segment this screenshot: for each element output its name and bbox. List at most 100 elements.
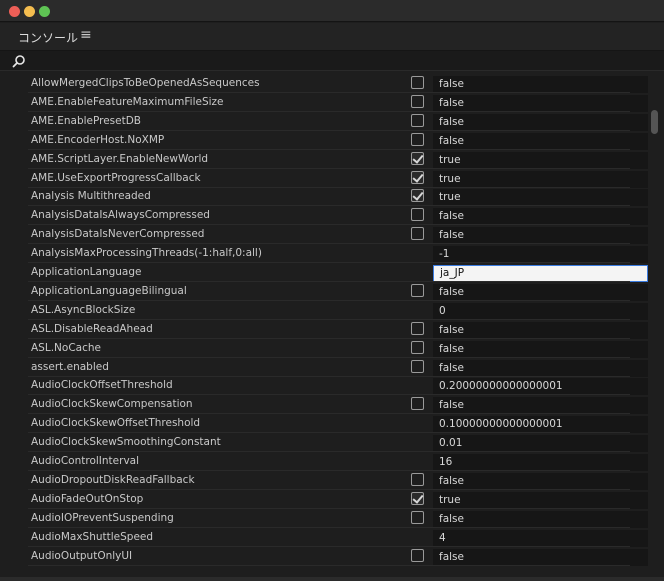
row-checkbox[interactable]	[411, 472, 424, 486]
table-row[interactable]: AudioControlInterval 16	[0, 452, 650, 471]
row-name: AnalysisDataIsNeverCompressed	[31, 228, 205, 241]
row-value-field[interactable]: 0.20000000000000001	[433, 378, 648, 396]
row-name: ApplicationLanguage	[31, 266, 142, 278]
row-checkbox[interactable]	[411, 189, 424, 203]
row-checkbox[interactable]	[411, 227, 424, 241]
row-value-field[interactable]: false	[433, 132, 648, 150]
table-row[interactable]: AnalysisDataIsAlwaysCompressed false	[0, 206, 650, 226]
table-row[interactable]: AudioMaxShuttleSpeed 4	[0, 528, 650, 547]
table-row[interactable]: AudioOutputOnlyUI false	[0, 547, 650, 566]
row-value-field[interactable]: false	[433, 94, 648, 112]
table-row[interactable]: AnalysisMaxProcessingThreads(-1:half,0:a…	[0, 244, 650, 264]
row-name: Analysis Multithreaded	[31, 190, 151, 203]
row-value-field[interactable]: false	[433, 208, 648, 226]
row-value-field[interactable]: false	[433, 359, 648, 377]
table-row[interactable]: AudioClockSkewSmoothingConstant 0.01	[0, 433, 650, 453]
row-value-field[interactable]: true	[433, 170, 648, 188]
row-value-field[interactable]: 4	[433, 529, 648, 547]
row-value-field[interactable]: 0.10000000000000001	[433, 416, 648, 434]
row-name: AME.EnableFeatureMaximumFileSize	[31, 95, 224, 108]
maximize-window-button[interactable]	[39, 6, 50, 17]
row-checkbox[interactable]	[411, 151, 424, 165]
row-checkbox[interactable]	[411, 283, 424, 297]
panel-title[interactable]: コンソール	[18, 29, 78, 46]
search-icon	[12, 55, 25, 68]
table-row[interactable]: AudioFadeOutOnStop true	[0, 490, 650, 509]
row-value-field[interactable]: true	[433, 491, 648, 509]
table-row[interactable]: ApplicationLanguage ja_JP	[0, 263, 650, 282]
row-value-field[interactable]: true	[433, 189, 648, 207]
search-input[interactable]	[30, 53, 650, 69]
row-checkbox[interactable]	[411, 340, 424, 354]
table-row[interactable]: AnalysisDataIsNeverCompressed false	[0, 225, 650, 245]
row-value-field[interactable]: false	[433, 397, 648, 415]
row-name: ASL.DisableReadAhead	[31, 322, 153, 335]
search-bar	[0, 51, 664, 71]
scrollbar-thumb[interactable]	[651, 110, 658, 134]
row-value-field[interactable]: ja_JP	[433, 265, 648, 282]
row-value-field[interactable]: false	[433, 227, 648, 245]
table-row[interactable]: AudioClockOffsetThreshold 0.2000000000000…	[0, 376, 650, 396]
row-name: AudioClockSkewSmoothingConstant	[31, 436, 221, 449]
table-row[interactable]: ASL.NoCache false	[0, 339, 650, 358]
row-name: AME.EnablePresetDB	[31, 114, 142, 127]
row-checkbox[interactable]	[411, 113, 424, 127]
row-value-field[interactable]: false	[433, 283, 648, 301]
row-checkbox[interactable]	[411, 491, 424, 505]
row-value-field[interactable]: 16	[433, 454, 648, 471]
table-row[interactable]: AudioClockSkewCompensation false	[0, 395, 650, 415]
row-name: AudioControlInterval	[31, 455, 140, 467]
table-row[interactable]: ASL.DisableReadAhead false	[0, 320, 650, 339]
table-row[interactable]: ApplicationLanguageBilingual false	[0, 282, 650, 301]
row-value-field[interactable]: false	[433, 510, 648, 528]
row-value-field[interactable]: false	[433, 76, 648, 93]
row-value-field[interactable]: false	[433, 340, 648, 358]
row-checkbox[interactable]	[411, 94, 424, 108]
title-bar	[0, 0, 664, 22]
row-checkbox[interactable]	[411, 359, 424, 373]
table-row[interactable]: AME.EnableFeatureMaximumFileSize false	[0, 93, 650, 112]
table-row[interactable]: Analysis Multithreaded true	[0, 187, 650, 207]
row-checkbox[interactable]	[411, 132, 424, 146]
row-value-field[interactable]: 0.01	[433, 435, 648, 453]
row-name: AnalysisDataIsAlwaysCompressed	[31, 209, 210, 222]
panel-menu-icon[interactable]: ≡	[80, 27, 92, 43]
row-name: AudioFadeOutOnStop	[31, 492, 144, 505]
row-value-field[interactable]: true	[433, 151, 648, 169]
vertical-scrollbar[interactable]	[650, 72, 660, 577]
table-row[interactable]: assert.enabled false	[0, 358, 650, 377]
close-window-button[interactable]	[9, 6, 20, 17]
table-row[interactable]: AME.ScriptLayer.EnableNewWorld true	[0, 150, 650, 169]
row-name: AME.EncoderHost.NoXMP	[31, 133, 165, 146]
bottom-edge	[0, 577, 664, 581]
row-name: ASL.AsyncBlockSize	[31, 303, 136, 316]
row-value-field[interactable]: -1	[433, 246, 648, 264]
row-value-field[interactable]: false	[433, 472, 648, 490]
row-name: AudioDropoutDiskReadFallback	[31, 473, 195, 486]
row-name: AudioClockOffsetThreshold	[31, 379, 173, 392]
row-checkbox[interactable]	[411, 397, 424, 411]
table-row[interactable]: AudioDropoutDiskReadFallback false	[0, 471, 650, 490]
row-value-field[interactable]: false	[433, 548, 648, 566]
row-name: AME.ScriptLayer.EnableNewWorld	[31, 152, 209, 165]
table-row[interactable]: ASL.AsyncBlockSize 0	[0, 301, 650, 320]
table-row[interactable]: AME.EnablePresetDB false	[0, 112, 650, 131]
row-name: assert.enabled	[31, 360, 109, 373]
row-checkbox[interactable]	[411, 170, 424, 184]
table-row[interactable]: AllowMergedClipsToBeOpenedAsSequences fal…	[0, 74, 650, 93]
row-value-field[interactable]: false	[433, 321, 648, 339]
row-value-field[interactable]: 0	[433, 302, 648, 320]
row-checkbox[interactable]	[411, 510, 424, 524]
row-checkbox[interactable]	[411, 76, 424, 89]
row-name: AudioMaxShuttleSpeed	[31, 530, 154, 543]
row-checkbox[interactable]	[411, 321, 424, 335]
table-row[interactable]: AudioIOPreventSuspending false	[0, 509, 650, 528]
row-name: ApplicationLanguageBilingual	[31, 284, 187, 297]
row-checkbox[interactable]	[411, 548, 424, 562]
row-checkbox[interactable]	[411, 208, 424, 222]
minimize-window-button[interactable]	[24, 6, 35, 17]
row-value-field[interactable]: false	[433, 113, 648, 131]
table-row[interactable]: AME.EncoderHost.NoXMP false	[0, 131, 650, 150]
table-row[interactable]: AME.UseExportProgressCallback true	[0, 169, 650, 188]
table-row[interactable]: AudioClockSkewOffsetThreshold 0.100000000…	[0, 414, 650, 434]
